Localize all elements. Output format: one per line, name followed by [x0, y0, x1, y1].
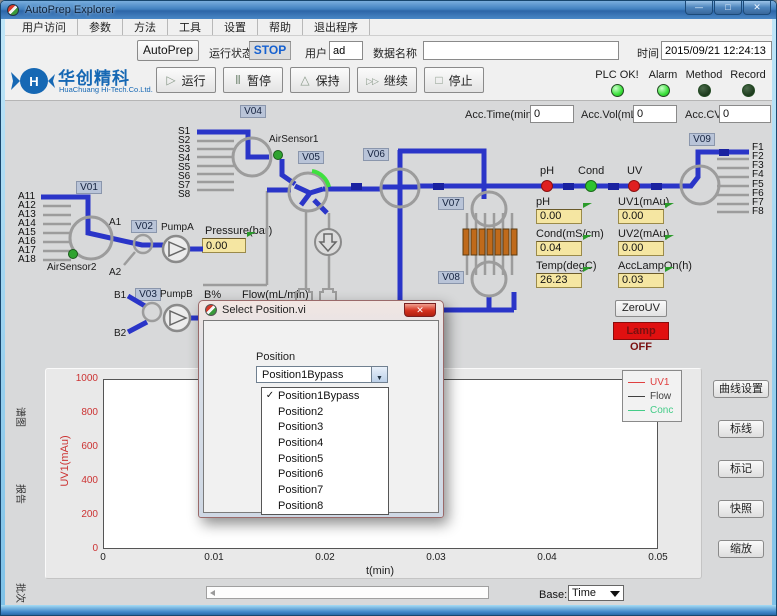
position-option-label: Position6	[278, 468, 323, 480]
gray-pipes	[43, 141, 749, 304]
position-combobox-value: Position1Bypass	[262, 368, 343, 382]
position-option-label: Position3	[278, 421, 323, 433]
position-option[interactable]: Position2	[262, 404, 388, 420]
position-option[interactable]: Position7	[262, 482, 388, 498]
legend-label: Conc	[650, 405, 673, 416]
legend-line-icon	[628, 382, 645, 383]
chevron-down-icon[interactable]	[371, 367, 387, 382]
position-option[interactable]: Position3	[262, 419, 388, 435]
app-window: AutoPrep Explorer 用户访问参数方法工具设置帮助退出程序 Aut…	[0, 0, 777, 616]
legend-label: Flow	[650, 391, 671, 402]
pump-a[interactable]	[163, 236, 189, 262]
legend-line-icon	[628, 410, 645, 411]
chart-legend: UV1 Flow Conc	[622, 370, 682, 422]
column-packing	[463, 229, 517, 255]
position-option[interactable]: Position1Bypass	[262, 388, 388, 404]
legend-item-uv1: UV1	[628, 375, 676, 389]
legend-item-conc: Conc	[628, 403, 676, 417]
position-option-label: Position5	[278, 453, 323, 465]
valve-v08[interactable]	[472, 262, 506, 296]
position-field-label: Position	[256, 351, 295, 363]
position-option[interactable]: Position5	[262, 451, 388, 467]
position-option-label: Position1Bypass	[278, 390, 359, 402]
position-option-label: Position8	[278, 500, 323, 512]
position-combobox[interactable]: Position1Bypass	[256, 366, 388, 383]
dialog-close-icon[interactable]	[404, 303, 436, 317]
ph-sensor-dot	[542, 181, 553, 192]
dialog-title-bar: Select Position.vi	[205, 304, 306, 316]
air-sensor1-indicator	[274, 151, 283, 160]
position-option-label: Position7	[278, 484, 323, 496]
position-option[interactable]: Position4	[262, 435, 388, 451]
uv-sensor-dot	[629, 181, 640, 192]
position-option-label: Position2	[278, 406, 323, 418]
injector-valve[interactable]	[315, 229, 341, 255]
vi-icon	[205, 304, 217, 316]
valve-v07[interactable]	[472, 192, 506, 226]
position-option[interactable]: Position6	[262, 466, 388, 482]
check-icon	[262, 390, 278, 401]
cond-sensor-dot	[586, 181, 597, 192]
legend-item-flow: Flow	[628, 389, 676, 403]
dialog-body: Position Position1Bypass Position1Bypass…	[203, 320, 439, 513]
position-option-label: Position4	[278, 437, 323, 449]
air-sensor2-indicator	[69, 250, 78, 259]
position-dropdown-list: Position1Bypass Position2 Position3 Posi…	[261, 387, 389, 515]
position-option[interactable]: Position8	[262, 498, 388, 514]
legend-line-icon	[628, 396, 645, 397]
dialog-title: Select Position.vi	[222, 304, 306, 316]
valve-v03[interactable]	[143, 303, 161, 321]
legend-label: UV1	[650, 377, 669, 388]
select-position-dialog: Select Position.vi Position Position1Byp…	[198, 300, 444, 518]
pump-b[interactable]	[164, 305, 190, 331]
